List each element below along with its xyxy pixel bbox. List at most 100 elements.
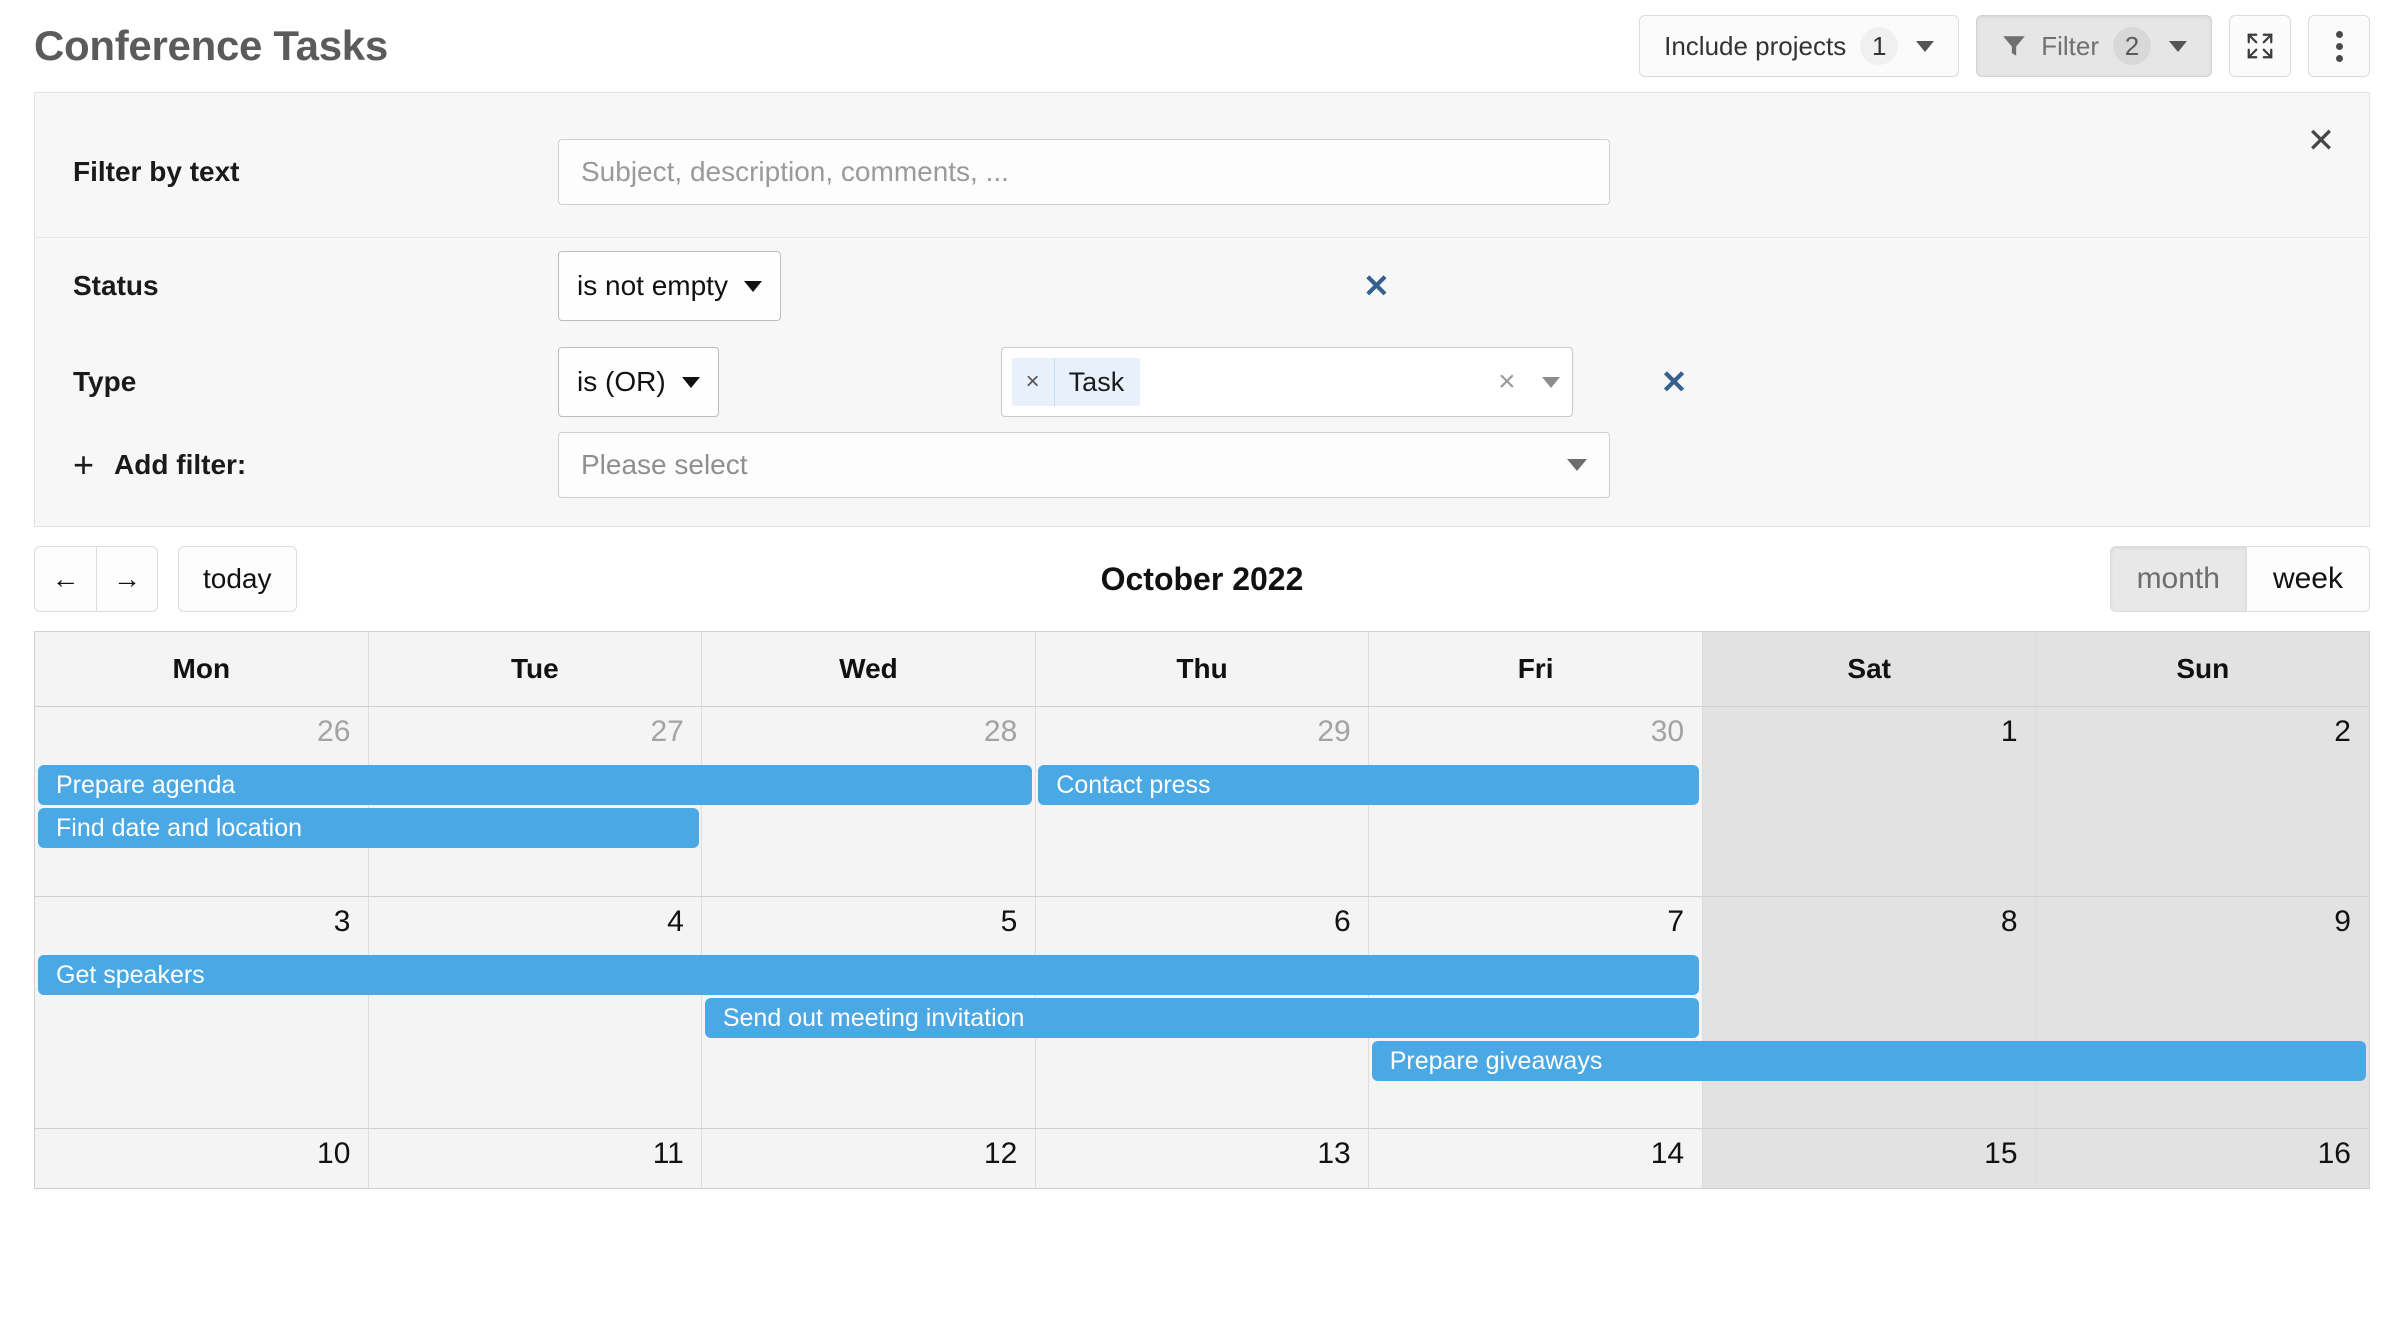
calendar-event[interactable]: Get speakers — [38, 955, 1699, 995]
remove-type-filter-button[interactable]: ✕ — [1661, 366, 1688, 398]
date-number[interactable]: 6 — [1035, 897, 1368, 955]
chevron-down-icon — [1567, 459, 1587, 471]
weekday-header-wed: Wed — [702, 632, 1036, 706]
filter-button[interactable]: Filter 2 — [1976, 15, 2212, 77]
date-number[interactable]: 7 — [1369, 897, 1702, 955]
date-number-row: 262728293012 — [35, 707, 2369, 765]
date-number[interactable]: 11 — [368, 1129, 701, 1187]
funnel-icon — [2001, 33, 2027, 59]
filter-text-input[interactable] — [558, 139, 1610, 205]
weekday-header-sat: Sat — [1703, 632, 2037, 706]
calendar-weekday-header: MonTueWedThuFriSatSun — [35, 632, 2369, 707]
page-title: Conference Tasks — [34, 22, 388, 70]
type-operator-select[interactable]: is (OR) — [558, 347, 719, 417]
fullscreen-button[interactable] — [2229, 15, 2291, 77]
event-row: Prepare agendaContact press — [35, 765, 2369, 808]
filter-count: 2 — [2113, 27, 2151, 65]
date-number[interactable]: 8 — [1702, 897, 2035, 955]
date-number[interactable]: 16 — [2036, 1129, 2369, 1187]
filter-row-type: Type is (OR) × Task × ✕ — [35, 334, 2369, 430]
calendar-toolbar: ← → today October 2022 month week — [34, 527, 2370, 631]
date-number[interactable]: 28 — [702, 707, 1035, 765]
weekday-header-sun: Sun — [2036, 632, 2369, 706]
clear-selection-icon[interactable]: × — [1490, 365, 1524, 399]
filter-row-status: Status is not empty ✕ — [35, 238, 2369, 334]
top-bar: Conference Tasks Include projects 1 Filt… — [0, 0, 2404, 92]
chip-remove-icon[interactable]: × — [1012, 358, 1055, 406]
event-row: Prepare giveaways — [35, 1041, 2369, 1084]
status-operator-select[interactable]: is not empty — [558, 251, 781, 321]
calendar-week-row: 3456789Get speakersSend out meeting invi… — [35, 897, 2369, 1129]
status-operator-value: is not empty — [577, 270, 728, 302]
filter-row-add: + Add filter: Please select — [35, 430, 2369, 526]
add-filter-placeholder: Please select — [581, 449, 748, 481]
calendar-week-row: 262728293012Prepare agendaContact pressF… — [35, 707, 2369, 897]
event-row: Find date and location — [35, 808, 2369, 851]
chevron-down-icon — [1916, 41, 1934, 52]
add-filter-select[interactable]: Please select — [558, 432, 1610, 498]
calendar-event[interactable]: Find date and location — [38, 808, 699, 848]
filter-by-text-label: Filter by text — [73, 156, 558, 188]
date-number[interactable]: 10 — [35, 1129, 368, 1187]
date-number[interactable]: 3 — [35, 897, 368, 955]
calendar-body: 262728293012Prepare agendaContact pressF… — [35, 707, 2369, 1189]
date-number[interactable]: 27 — [368, 707, 701, 765]
chip-task: × Task — [1012, 358, 1141, 406]
filter-row-text: Filter by text — [35, 93, 2369, 238]
next-month-button[interactable]: → — [96, 546, 158, 612]
date-number[interactable]: 1 — [1702, 707, 2035, 765]
date-number[interactable]: 29 — [1035, 707, 1368, 765]
filter-panel: ✕ Filter by text Status is not empty ✕ T… — [34, 92, 2370, 527]
date-number[interactable]: 15 — [1702, 1129, 2035, 1187]
chevron-down-icon — [2169, 41, 2187, 52]
event-layer: Prepare agendaContact pressFind date and… — [35, 765, 2369, 861]
view-switch: month week — [2110, 546, 2370, 612]
date-number[interactable]: 9 — [2036, 897, 2369, 955]
date-number[interactable]: 4 — [368, 897, 701, 955]
chevron-down-icon[interactable] — [1542, 377, 1560, 388]
chevron-down-icon — [744, 281, 762, 292]
date-number[interactable]: 13 — [1035, 1129, 1368, 1187]
date-number[interactable]: 30 — [1369, 707, 1702, 765]
calendar-event[interactable]: Prepare agenda — [38, 765, 1032, 805]
date-number[interactable]: 14 — [1369, 1129, 1702, 1187]
calendar-nav-group: ← → — [34, 546, 158, 612]
fullscreen-icon — [2245, 31, 2275, 61]
include-projects-button[interactable]: Include projects 1 — [1639, 15, 1959, 77]
include-projects-label: Include projects — [1664, 31, 1846, 62]
add-filter-label-group: + Add filter: — [73, 447, 558, 483]
weekday-header-tue: Tue — [369, 632, 703, 706]
remove-status-filter-button[interactable]: ✕ — [1363, 270, 1390, 302]
status-filter-label: Status — [73, 270, 558, 302]
type-operator-value: is (OR) — [577, 366, 666, 398]
chip-label: Task — [1055, 367, 1141, 398]
date-number[interactable]: 12 — [702, 1129, 1035, 1187]
close-icon[interactable]: ✕ — [2295, 115, 2347, 167]
calendar-title: October 2022 — [34, 561, 2370, 598]
view-month-button[interactable]: month — [2110, 546, 2246, 612]
date-number[interactable]: 26 — [35, 707, 368, 765]
plus-icon: + — [73, 447, 94, 483]
date-number[interactable]: 2 — [2036, 707, 2369, 765]
type-value-multiselect[interactable]: × Task × — [1001, 347, 1573, 417]
calendar-event[interactable]: Contact press — [1038, 765, 1699, 805]
calendar-week-row: 10111213141516 — [35, 1129, 2369, 1189]
add-filter-label: Add filter: — [114, 449, 246, 481]
today-button[interactable]: today — [178, 546, 297, 612]
view-week-button[interactable]: week — [2246, 546, 2370, 612]
date-number[interactable]: 5 — [702, 897, 1035, 955]
include-projects-count: 1 — [1860, 27, 1898, 65]
event-layer: Get speakersSend out meeting invitationP… — [35, 955, 2369, 1094]
weekday-header-mon: Mon — [35, 632, 369, 706]
calendar-event[interactable]: Send out meeting invitation — [705, 998, 1699, 1038]
date-number-row: 3456789 — [35, 897, 2369, 955]
more-options-button[interactable] — [2308, 15, 2370, 77]
kebab-menu-icon — [2336, 31, 2343, 62]
calendar-event[interactable]: Prepare giveaways — [1372, 1041, 2366, 1081]
event-row: Send out meeting invitation — [35, 998, 2369, 1041]
chevron-down-icon — [682, 377, 700, 388]
filter-label: Filter — [2041, 31, 2099, 62]
prev-month-button[interactable]: ← — [34, 546, 96, 612]
date-number-row: 10111213141516 — [35, 1129, 2369, 1187]
event-row: Get speakers — [35, 955, 2369, 998]
